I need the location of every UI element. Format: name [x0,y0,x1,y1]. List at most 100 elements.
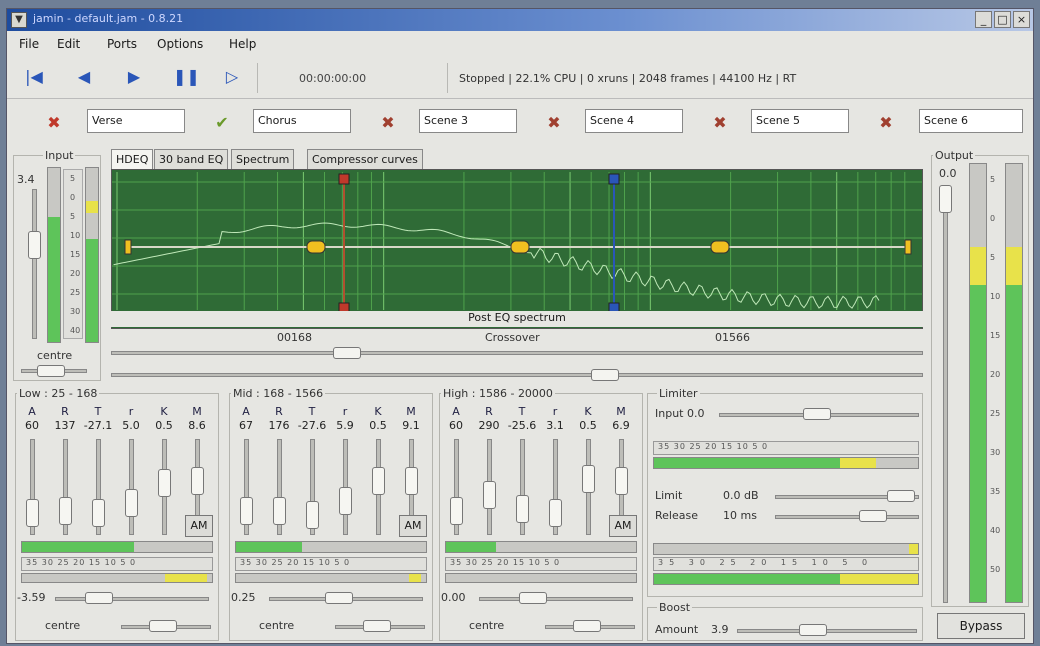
band-pan-thumb[interactable] [573,620,601,632]
output-scale-tick: 5 [990,253,996,262]
band-param-thumb[interactable] [405,467,418,495]
scene-active-check-icon[interactable]: ✔ [213,113,231,132]
band-param-thumb[interactable] [92,499,105,527]
scene-clear-icon[interactable]: ✖ [711,113,729,132]
band-param-thumb[interactable] [339,487,352,515]
scene-clear-icon[interactable]: ✖ [45,113,63,132]
output-meter-scale: 5 0 5 10 15 20 25 30 35 40 50 [989,165,1003,601]
band-param-thumb[interactable] [158,469,171,497]
band-param-label: A [28,405,36,418]
band-param-thumb[interactable] [240,497,253,525]
boost-amount-slider[interactable] [737,629,917,633]
band-pan-label: centre [45,619,81,632]
limiter-input-thumb[interactable] [803,408,831,420]
boost-title: Boost [657,601,693,614]
limit-thumb[interactable] [887,490,915,502]
band-param-value: 0.5 [369,419,387,432]
boost-amount-thumb[interactable] [799,624,827,636]
band-pan-thumb[interactable] [149,620,177,632]
eq-display[interactable] [111,169,923,329]
input-scale-tick: 0 [70,193,76,202]
title-bar[interactable]: ▼ jamin - default.jam - 0.8.21 _ □ × [7,9,1033,31]
output-gain-slider[interactable] [943,185,948,603]
rewind-start-button[interactable]: |◀ [23,67,45,87]
input-pan-thumb[interactable] [37,365,65,377]
main-window: ▼ jamin - default.jam - 0.8.21 _ □ × Fil… [6,8,1034,644]
am-button[interactable]: AM [609,515,637,537]
band-gain-thumb[interactable] [325,592,353,604]
menu-help[interactable]: Help [229,37,256,51]
am-button[interactable]: AM [185,515,213,537]
scene-name-field[interactable]: Chorus [253,109,351,133]
release-slider[interactable] [775,515,919,519]
band-gain-thumb[interactable] [519,592,547,604]
band-pan-thumb[interactable] [363,620,391,632]
band-param-thumb[interactable] [26,499,39,527]
band-gain-thumb[interactable] [85,592,113,604]
crossover-high-thumb[interactable] [591,369,619,381]
band-param-thumb[interactable] [450,497,463,525]
band-param-thumb[interactable] [59,497,72,525]
scene-name-field[interactable]: Scene 4 [585,109,683,133]
input-meter-right-level [86,239,98,342]
tab-hdeq[interactable]: HDEQ [111,149,154,169]
band-param-label: r [128,405,134,418]
scene-clear-icon[interactable]: ✖ [877,113,895,132]
band-param-thumb[interactable] [483,481,496,509]
menu-bar: File Edit Ports Options Help [7,33,1033,55]
time-display: 00:00:00:00 [299,72,367,85]
window-menu-icon[interactable]: ▼ [11,12,27,28]
band-gain-slider[interactable] [479,597,633,601]
crossover-low-thumb[interactable] [333,347,361,359]
minimize-button[interactable]: _ [975,11,992,28]
tab-30-band-eq[interactable]: 30 band EQ [154,149,229,169]
eq-graph[interactable] [112,170,922,328]
close-window-button[interactable]: × [1013,11,1030,28]
am-button[interactable]: AM [399,515,427,537]
crossover-low-slider[interactable] [111,351,923,355]
band-param-thumb[interactable] [582,465,595,493]
input-gain-slider[interactable] [32,189,37,339]
release-label: Release [655,509,698,522]
menu-options[interactable]: Options [157,37,203,51]
crossover-high-slider[interactable] [111,373,923,377]
play-button[interactable]: ▶ [123,67,145,87]
band-param-slider[interactable] [129,439,134,535]
scene-name-field[interactable]: Verse [87,109,185,133]
menu-file[interactable]: File [19,37,39,51]
tab-compressor-curves[interactable]: Compressor curves [307,149,423,169]
scene-name-field[interactable]: Scene 3 [419,109,517,133]
band-gain-value: 0.25 [231,591,256,604]
input-scale-tick: 30 [70,307,81,316]
band-gain-reduction-level [409,574,421,582]
band-param-thumb[interactable] [125,489,138,517]
forward-button[interactable]: ▷ [221,67,243,87]
tab-spectrum[interactable]: Spectrum [231,149,295,169]
release-thumb[interactable] [859,510,887,522]
menu-ports[interactable]: Ports [107,37,137,51]
band-param-thumb[interactable] [549,499,562,527]
scene-clear-icon[interactable]: ✖ [545,113,563,132]
band-param-thumb[interactable] [615,467,628,495]
limiter-input-label: Input [655,407,684,420]
limiter-gain-meter-peak [840,574,918,584]
input-gain-thumb[interactable] [28,231,41,259]
band-param-thumb[interactable] [191,467,204,495]
scene-name-field[interactable]: Scene 5 [751,109,849,133]
bypass-button[interactable]: Bypass [937,613,1025,639]
band-param-thumb[interactable] [516,495,529,523]
band-param-label: K [160,405,168,418]
band-param-thumb[interactable] [306,501,319,529]
menu-edit[interactable]: Edit [57,37,80,51]
output-gain-thumb[interactable] [939,185,952,213]
band-param-thumb[interactable] [273,497,286,525]
scene-clear-icon[interactable]: ✖ [379,113,397,132]
maximize-button[interactable]: □ [994,11,1011,28]
band-gain-slider[interactable] [55,597,209,601]
band-param-thumb[interactable] [372,467,385,495]
output-scale-tick: 50 [990,565,1001,574]
back-button[interactable]: ◀ [73,67,95,87]
pause-button[interactable]: ❚❚ [173,67,200,87]
output-meter-left-level [970,285,986,602]
scene-name-field[interactable]: Scene 6 [919,109,1023,133]
